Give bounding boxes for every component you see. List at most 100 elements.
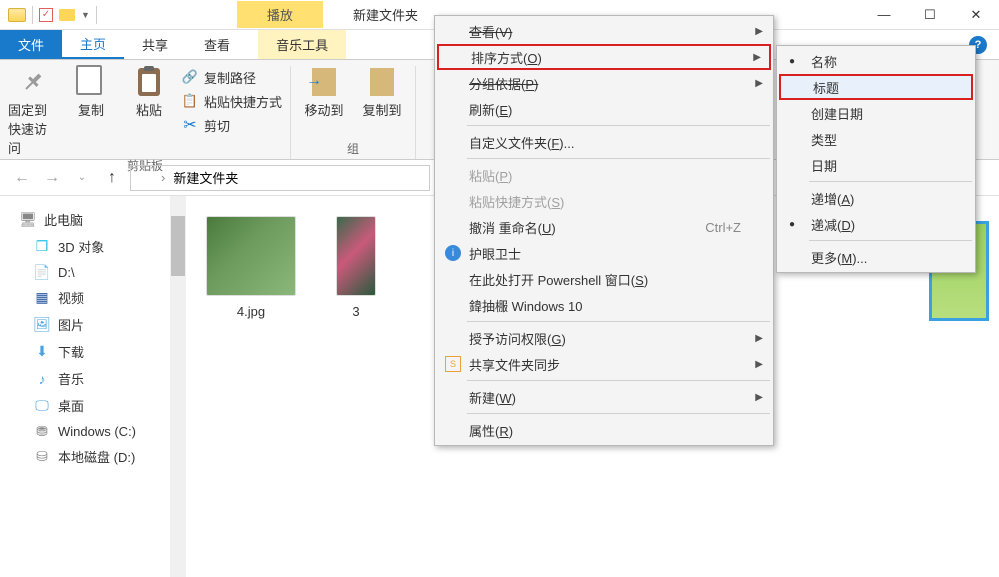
menu-separator (467, 321, 770, 322)
menu-undo-rename[interactable]: 撤消 重命名(U) Ctrl+Z (437, 214, 771, 240)
video-icon: ▦ (34, 290, 50, 306)
pin-icon (19, 68, 47, 96)
menu-label: 属性(R) (469, 421, 513, 440)
close-button[interactable]: ✕ (953, 0, 999, 30)
scrollbar-thumb[interactable] (171, 216, 185, 276)
move-to-button[interactable]: 移动到 (299, 66, 349, 140)
sidebar-music[interactable]: ♪ 音乐 (0, 365, 170, 392)
menu-group-by[interactable]: 分组依据(P) ▶ (437, 70, 771, 96)
menu-label: 名称 (811, 52, 837, 71)
address-field[interactable]: › 新建文件夹 (130, 165, 430, 191)
menu-label: 在此处打开 Powershell 窗口(S) (469, 270, 648, 289)
sidebar-this-pc[interactable]: 🖥 此电脑 (0, 206, 170, 233)
menu-separator (809, 240, 972, 241)
minimize-button[interactable]: — (861, 0, 907, 30)
shortcut-icon: 📋 (182, 93, 198, 109)
paste-shortcut-label: 粘贴快捷方式 (204, 92, 282, 111)
menu-paste: 粘贴(P) (437, 162, 771, 188)
menu-sort-by[interactable]: 排序方式(O) ▶ (437, 44, 771, 70)
file-item[interactable]: 4.jpg (206, 216, 296, 319)
sidebar-label: 3D 对象 (58, 237, 104, 256)
menu-label: 授予访问权限(G) (469, 329, 566, 348)
sidebar-windows-c[interactable]: ⛃ Windows (C:) (0, 419, 170, 443)
menu-label: 自定义文件夹(F)... (469, 133, 574, 152)
sidebar-label: 此电脑 (44, 210, 83, 229)
sidebar-scrollbar[interactable] (170, 196, 186, 577)
menu-separator (467, 125, 770, 126)
sidebar-local-d[interactable]: ⛁ 本地磁盘 (D:) (0, 443, 170, 470)
context-menu: 查看(V) ▶ 排序方式(O) ▶ 分组依据(P) ▶ 刷新(E) 自定义文件夹… (434, 15, 774, 446)
sidebar-3d-objects[interactable]: ❒ 3D 对象 (0, 233, 170, 260)
menu-eye-guard[interactable]: i 护眼卫士 (437, 240, 771, 266)
paste-label: 粘贴 (136, 100, 162, 119)
copy-to-button[interactable]: 复制到 (357, 66, 407, 140)
menu-separator (467, 413, 770, 414)
menu-open-powershell[interactable]: 在此处打开 Powershell 窗口(S) (437, 266, 771, 292)
sort-descending[interactable]: ● 递减(D) (779, 211, 973, 237)
tab-share[interactable]: 共享 (124, 30, 186, 59)
paste-button[interactable]: 粘贴 (124, 66, 174, 157)
navigation-sidebar: 🖥 此电脑 ❒ 3D 对象 📄 D:\ ▦ 视频 🖼 图片 ⬇ 下载 ♪ 音乐 … (0, 196, 170, 577)
sort-date[interactable]: 日期 (779, 152, 973, 178)
menu-new[interactable]: 新建(W) ▶ (437, 384, 771, 410)
back-button[interactable]: ← (10, 166, 34, 190)
up-button[interactable]: ↑ (100, 166, 124, 190)
file-item[interactable]: 3 (336, 216, 376, 319)
qat-properties-icon[interactable]: ✓ (39, 8, 53, 22)
sidebar-label: 本地磁盘 (D:) (58, 447, 135, 466)
bullet-icon: ● (789, 56, 795, 67)
sort-more[interactable]: 更多(M)... (779, 244, 973, 270)
menu-label: 类型 (811, 130, 837, 149)
tab-home[interactable]: 主页 (62, 30, 124, 59)
menu-view[interactable]: 查看(V) ▶ (437, 18, 771, 44)
copy-path-label: 复制路径 (204, 68, 256, 87)
sidebar-video[interactable]: ▦ 视频 (0, 284, 170, 311)
menu-properties[interactable]: 属性(R) (437, 417, 771, 443)
chevron-right-icon: ▶ (755, 333, 763, 344)
sidebar-downloads[interactable]: ⬇ 下载 (0, 338, 170, 365)
scissors-icon: ✂ (182, 117, 198, 133)
sort-ascending[interactable]: 递增(A) (779, 185, 973, 211)
qat-newfolder-icon[interactable] (59, 9, 75, 21)
sidebar-label: 图片 (58, 315, 84, 334)
sidebar-label: 音乐 (58, 369, 84, 388)
pin-to-quick-access-button[interactable]: 固定到快速访问 (8, 66, 58, 157)
sort-name[interactable]: ● 名称 (779, 48, 973, 74)
sort-title[interactable]: 标题 (779, 74, 973, 100)
sidebar-pictures[interactable]: 🖼 图片 (0, 311, 170, 338)
menu-grant-access[interactable]: 授予访问权限(G) ▶ (437, 325, 771, 351)
menu-restore-win10[interactable]: 鍏抽棴 Windows 10 (437, 292, 771, 318)
tab-music-tools[interactable]: 音乐工具 (258, 30, 346, 59)
forward-button[interactable]: → (40, 166, 64, 190)
copyto-icon (370, 68, 394, 96)
menu-refresh[interactable]: 刷新(E) (437, 96, 771, 122)
menu-share-sync[interactable]: S 共享文件夹同步 ▶ (437, 351, 771, 377)
tab-view[interactable]: 查看 (186, 30, 248, 59)
sidebar-d-drive[interactable]: 📄 D:\ (0, 260, 170, 284)
menu-label: 粘贴(P) (469, 166, 512, 185)
menu-label: 共享文件夹同步 (469, 355, 560, 374)
menu-label: 递减(D) (811, 215, 855, 234)
cut-button[interactable]: ✂ 剪切 (182, 114, 282, 136)
copy-label: 复制 (78, 100, 104, 119)
tab-file[interactable]: 文件 (0, 30, 62, 59)
path-icon: 🔗 (182, 69, 198, 85)
paste-shortcut-button[interactable]: 📋 粘贴快捷方式 (182, 90, 282, 112)
breadcrumb-folder[interactable]: 新建文件夹 (173, 168, 238, 187)
recent-dropdown[interactable]: ⌄ (70, 166, 94, 190)
menu-customize-folder[interactable]: 自定义文件夹(F)... (437, 129, 771, 155)
copy-button[interactable]: 复制 (66, 66, 116, 157)
qat-customize-caret[interactable]: ▼ (81, 10, 90, 20)
menu-separator (809, 181, 972, 182)
sidebar-desktop[interactable]: 🖵 桌面 (0, 392, 170, 419)
menu-label: 护眼卫士 (469, 244, 521, 263)
sort-type[interactable]: 类型 (779, 126, 973, 152)
copy-path-button[interactable]: 🔗 复制路径 (182, 66, 282, 88)
share-sync-icon: S (445, 356, 461, 372)
sidebar-label: Windows (C:) (58, 424, 136, 439)
clipboard-icon (138, 68, 160, 96)
menu-label: 查看(V) (469, 22, 512, 41)
drive-icon: ⛁ (34, 449, 50, 465)
maximize-button[interactable]: ☐ (907, 0, 953, 30)
sort-created[interactable]: 创建日期 (779, 100, 973, 126)
